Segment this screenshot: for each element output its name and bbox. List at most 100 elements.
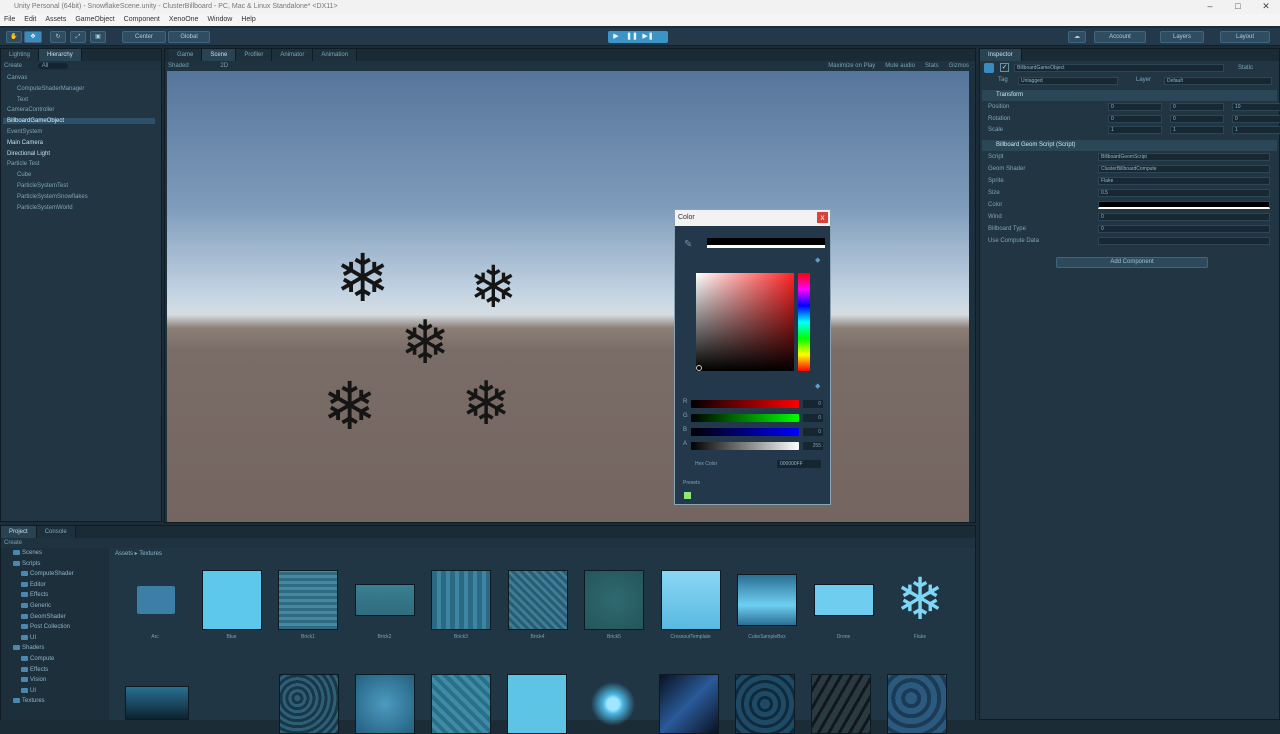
hand-tool-icon[interactable]: ✋: [6, 31, 22, 43]
folder-item[interactable]: Effects: [21, 666, 48, 673]
snowflake-sprite-icon[interactable]: ❄: [322, 373, 377, 439]
folder-item[interactable]: GeomShader: [21, 613, 66, 620]
slider-mode-icon[interactable]: ◆: [815, 382, 820, 390]
menu-xenoone[interactable]: XenoOne: [169, 14, 199, 26]
red-slider[interactable]: [691, 400, 799, 408]
asset-thumbnail[interactable]: [737, 574, 797, 626]
script-field[interactable]: [1098, 201, 1270, 209]
hierarchy-item[interactable]: ComputeShaderManager: [17, 86, 84, 92]
cloud-icon[interactable]: ☁: [1068, 31, 1086, 43]
snowflake-sprite-icon[interactable]: ❄: [400, 313, 450, 373]
project-create-button[interactable]: Create: [4, 540, 22, 546]
transform-z-field[interactable]: 10: [1232, 103, 1280, 111]
close-window-button[interactable]: ✕: [1252, 0, 1280, 14]
tab-scene[interactable]: Scene: [202, 49, 237, 61]
scale-tool-icon[interactable]: ⤢: [70, 31, 86, 43]
folder-item[interactable]: Post Collection: [21, 624, 70, 630]
maximize-on-play-toggle[interactable]: Maximize on Play: [828, 61, 875, 71]
asset-thumbnail[interactable]: [507, 570, 568, 630]
asset-thumbnail[interactable]: [431, 674, 491, 734]
tab-animator[interactable]: Animator: [272, 49, 314, 61]
tab-project[interactable]: Project: [1, 526, 37, 538]
green-slider[interactable]: [691, 414, 799, 422]
hex-input[interactable]: 000000FF: [777, 460, 821, 468]
asset-thumbnail[interactable]: [887, 674, 947, 734]
hierarchy-item[interactable]: ParticleSystemWorld: [17, 205, 73, 211]
asset-thumbnail[interactable]: ❄: [890, 570, 950, 630]
transform-y-field[interactable]: 0: [1170, 103, 1224, 111]
transform-y-field[interactable]: 0: [1170, 114, 1224, 123]
eyedropper-icon[interactable]: ✎: [684, 239, 692, 250]
asset-thumbnail[interactable]: [431, 570, 491, 630]
asset-thumbnail[interactable]: [354, 584, 415, 616]
script-field[interactable]: ClusterBillboardCompute: [1098, 165, 1270, 173]
color-cursor[interactable]: [696, 365, 702, 371]
hierarchy-item[interactable]: ParticleSystemSnowflakes: [17, 194, 88, 200]
add-component-button[interactable]: Add Component: [1056, 257, 1208, 268]
menu-window[interactable]: Window: [207, 14, 232, 26]
folder-item[interactable]: UI: [21, 634, 36, 641]
play-icon[interactable]: ▶: [608, 31, 624, 43]
asset-thumbnail[interactable]: [507, 674, 567, 734]
asset-thumbnail[interactable]: [660, 570, 721, 630]
folder-item[interactable]: Scripts: [13, 560, 40, 567]
tab-animation[interactable]: Animation: [313, 49, 358, 61]
folder-item[interactable]: Compute: [21, 656, 54, 662]
pivot-toggle[interactable]: Center: [122, 31, 166, 43]
asset-thumbnail[interactable]: [279, 674, 339, 734]
minimize-button[interactable]: –: [1196, 0, 1224, 14]
folder-item[interactable]: UI: [21, 687, 36, 694]
mode-2d-toggle[interactable]: 2D: [220, 63, 228, 69]
asset-thumbnail[interactable]: [735, 674, 795, 734]
layers-dropdown[interactable]: Layers: [1160, 31, 1204, 43]
shading-dropdown[interactable]: Shaded: [168, 63, 189, 69]
asset-thumbnail[interactable]: [278, 570, 338, 630]
script-header[interactable]: Billboard Geom Script (Script): [982, 140, 1277, 151]
script-field[interactable]: BillboardGeomScript: [1098, 153, 1270, 161]
menu-component[interactable]: Component: [124, 14, 160, 26]
alpha-value[interactable]: 255: [803, 442, 823, 450]
asset-thumbnail[interactable]: [659, 674, 719, 734]
hierarchy-item[interactable]: ParticleSystemTest: [17, 183, 68, 189]
folder-item[interactable]: ComputeShader: [21, 571, 74, 577]
tab-inspector[interactable]: Inspector: [980, 49, 1022, 61]
script-field[interactable]: 0: [1098, 225, 1270, 233]
color-picker-close-button[interactable]: x: [817, 212, 828, 223]
menu-gameobject[interactable]: GameObject: [75, 14, 114, 26]
hierarchy-item[interactable]: BillboardGameObject: [3, 118, 155, 125]
tab-console[interactable]: Console: [36, 526, 76, 538]
menu-assets[interactable]: Assets: [45, 14, 66, 26]
hierarchy-create-button[interactable]: Create: [4, 63, 22, 69]
asset-thumbnail[interactable]: [201, 570, 262, 630]
folder-item[interactable]: Generic: [21, 603, 51, 609]
object-name-input[interactable]: BillboardGameObject: [1014, 64, 1224, 72]
transform-z-field[interactable]: 1: [1232, 126, 1280, 134]
blue-value[interactable]: 0: [803, 428, 823, 436]
rotate-tool-icon[interactable]: ↻: [50, 31, 66, 43]
presets-label[interactable]: Presets: [683, 480, 700, 486]
account-dropdown[interactable]: Account: [1094, 31, 1146, 43]
hierarchy-item[interactable]: EventSystem: [7, 129, 42, 135]
folder-item[interactable]: Effects: [21, 592, 48, 598]
asset-thumbnail[interactable]: [811, 674, 871, 734]
hierarchy-item[interactable]: CameraController: [7, 107, 54, 113]
preset-swatch[interactable]: [684, 492, 691, 499]
asset-thumbnail[interactable]: [125, 686, 189, 720]
snowflake-sprite-icon[interactable]: ❄: [469, 259, 518, 317]
scene-viewport[interactable]: ❄ ❄ ❄ ❄ ❄: [167, 71, 969, 522]
transform-x-field[interactable]: 1: [1108, 126, 1162, 134]
layout-dropdown[interactable]: Layout: [1220, 31, 1270, 43]
red-value[interactable]: 0: [803, 400, 823, 408]
transform-y-field[interactable]: 1: [1170, 126, 1224, 134]
asset-thumbnail[interactable]: [125, 570, 185, 630]
script-field[interactable]: 0: [1098, 213, 1270, 221]
hierarchy-item[interactable]: Cube: [17, 172, 31, 178]
hierarchy-item[interactable]: Main Camera: [7, 140, 43, 146]
color-mode-icon[interactable]: ◆: [815, 256, 820, 264]
static-label[interactable]: Static: [1238, 65, 1253, 71]
layer-dropdown[interactable]: Default: [1164, 77, 1272, 85]
tab-game[interactable]: Game: [169, 49, 203, 61]
move-tool-icon[interactable]: ✥: [24, 31, 42, 43]
tab-lighting[interactable]: Lighting: [1, 49, 40, 61]
active-checkbox[interactable]: ✓: [1000, 63, 1009, 72]
